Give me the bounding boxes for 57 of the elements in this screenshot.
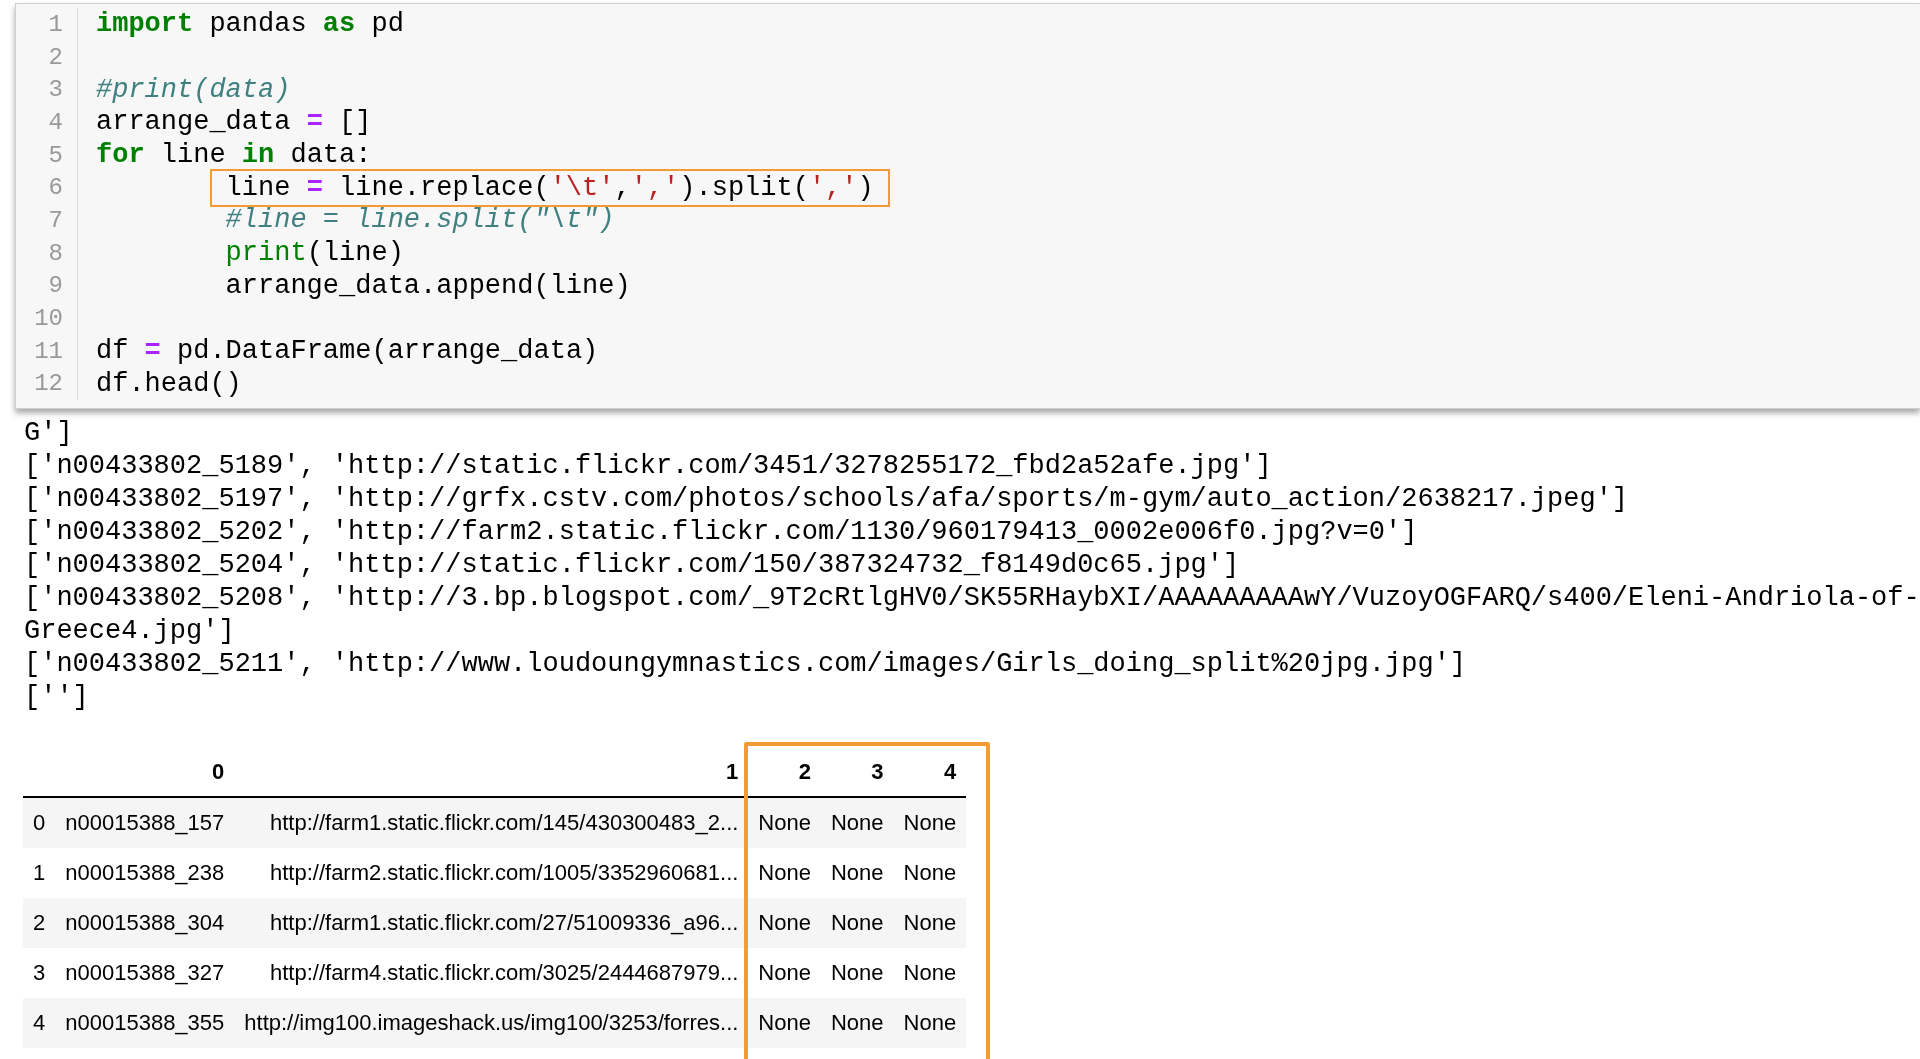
line-number: 6 bbox=[48, 174, 63, 202]
code-line: arrange_data = [] bbox=[95, 106, 373, 140]
row-index: 2 bbox=[23, 898, 56, 948]
table-cell: None bbox=[820, 898, 894, 948]
table-cell-text: None bbox=[829, 959, 885, 987]
line-number: 11 bbox=[34, 337, 63, 365]
table-cell: None bbox=[748, 798, 821, 848]
output-line: ['n00433802_5189', 'http://static.flickr.com/3451/3278255172_fbd2a52afe.jpg'] bbox=[24, 450, 1273, 483]
line-number: 3 bbox=[48, 76, 63, 104]
output-line: ['n00433802_5211', 'http://www.loudoungymnastics.com/images/Girls_doing_split%20jpg.jpg'] bbox=[24, 648, 1468, 681]
table-cell-text: None bbox=[757, 859, 812, 887]
line-number: 7 bbox=[48, 206, 63, 234]
line-number: 9 bbox=[48, 272, 63, 300]
table-cell: None bbox=[820, 798, 894, 848]
table-cell: None bbox=[893, 798, 967, 848]
row-index: 0 bbox=[23, 798, 56, 848]
code-line: print(line) bbox=[224, 237, 405, 271]
table-cell-text: n00015388_327 bbox=[64, 959, 226, 987]
line-number: 1 bbox=[48, 10, 63, 38]
output-line: ['n00433802_5204', 'http://static.flickr.com/150/387324732_f8149d0c65.jpg'] bbox=[24, 549, 1241, 582]
row-index: 3 bbox=[32, 959, 47, 987]
code-cell[interactable] bbox=[15, 3, 1920, 409]
output-line: ['n00433802_5208', 'http://3.bp.blogspot.com/_9T2cRtlgHV0/SK55RHaybXI/AAAAAAAAAwY/VuzoyOGFARQ/s400/Eleni-Andriola-of- bbox=[24, 582, 1920, 615]
table-cell-text: None bbox=[829, 859, 885, 887]
code-line: #line = line.split("\t") bbox=[224, 204, 616, 238]
line-number: 12 bbox=[34, 370, 63, 398]
table-cell: n00015388_157 bbox=[55, 798, 235, 848]
table-cell-text: http://farm4.static.flickr.com/3025/2444687979... bbox=[269, 959, 740, 987]
line-number: 4 bbox=[48, 108, 63, 136]
table-cell-text: None bbox=[902, 859, 958, 887]
table-cell: None bbox=[893, 898, 967, 948]
row-index: 1 bbox=[32, 859, 47, 887]
table-cell-text: None bbox=[757, 959, 812, 987]
table-cell: None bbox=[893, 998, 967, 1048]
table-cell-text: n00015388_238 bbox=[64, 859, 226, 887]
table-cell: n00015388_355 bbox=[55, 998, 235, 1048]
output-line: G'] bbox=[24, 417, 74, 450]
output-line: [''] bbox=[24, 681, 90, 714]
table-cell: None bbox=[748, 898, 821, 948]
code-line: arrange_data.append(line) bbox=[224, 269, 632, 303]
line-number: 8 bbox=[48, 239, 63, 267]
table-cell: None bbox=[748, 998, 821, 1048]
table-cell-text: None bbox=[902, 959, 958, 987]
line-number: 2 bbox=[48, 43, 63, 71]
line-number: 5 bbox=[48, 141, 63, 169]
output-line: ['n00433802_5197', 'http://grfx.cstv.com/photos/schools/afa/sports/m-gym/auto_action/2638217.jpeg'] bbox=[24, 483, 1630, 516]
row-index: 4 bbox=[23, 998, 56, 1048]
code-line: import pandas as pd bbox=[95, 8, 405, 42]
table-cell: n00015388_304 bbox=[55, 898, 235, 948]
code-line: df.head() bbox=[95, 367, 243, 401]
code-line: #print(data) bbox=[95, 73, 292, 107]
code-line: df = pd.DataFrame(arrange_data) bbox=[95, 335, 600, 369]
table-cell-text: http://farm2.static.flickr.com/1005/3352960681... bbox=[269, 859, 740, 887]
table-cell: None bbox=[820, 998, 894, 1048]
line-number: 10 bbox=[34, 305, 63, 333]
output-line: ['n00433802_5202', 'http://farm2.static.flickr.com/1130/960179413_0002e006f0.jpg?v=0'] bbox=[24, 516, 1419, 549]
output-line: Greece4.jpg'] bbox=[24, 615, 236, 648]
